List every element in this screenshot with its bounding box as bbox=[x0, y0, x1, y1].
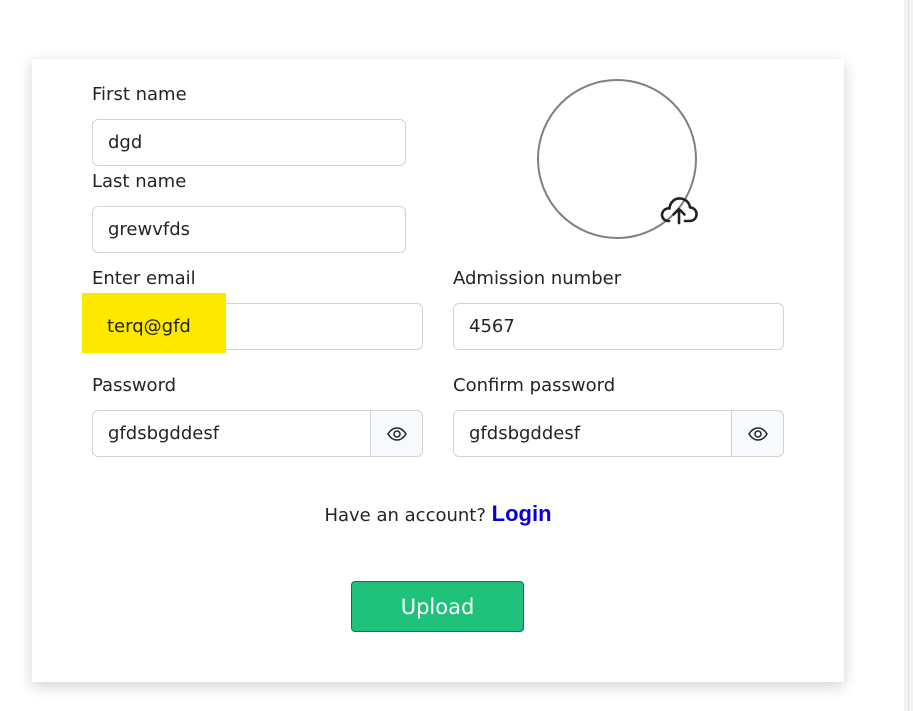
page: First name dgd Last name grewvfds Enter … bbox=[0, 0, 913, 711]
cloud-upload-icon[interactable] bbox=[660, 195, 698, 225]
first-name-label: First name bbox=[92, 84, 187, 105]
account-prompt-line: Have an account? Login bbox=[32, 499, 844, 531]
email-value: terq@gfd bbox=[107, 316, 191, 337]
show-password-button[interactable] bbox=[371, 410, 423, 457]
eye-icon bbox=[747, 426, 768, 441]
last-name-label: Last name bbox=[92, 171, 187, 192]
admission-number-input[interactable]: 4567 bbox=[453, 303, 784, 350]
email-label: Enter email bbox=[92, 268, 196, 289]
first-name-input[interactable]: dgd bbox=[92, 119, 406, 166]
admission-number-label: Admission number bbox=[453, 268, 622, 289]
password-label: Password bbox=[92, 375, 177, 396]
eye-icon bbox=[386, 426, 407, 441]
password-input[interactable]: gfdsbgddesf bbox=[92, 410, 371, 457]
show-confirm-password-button[interactable] bbox=[732, 410, 784, 457]
upload-button[interactable]: Upload bbox=[351, 581, 524, 632]
confirm-password-label: Confirm password bbox=[453, 375, 616, 396]
last-name-input[interactable]: grewvfds bbox=[92, 206, 406, 253]
scrollbar-divider bbox=[908, 0, 909, 711]
account-prompt: Have an account? bbox=[324, 505, 486, 526]
registration-card: First name dgd Last name grewvfds Enter … bbox=[32, 59, 844, 682]
confirm-password-input[interactable]: gfdsbgddesf bbox=[453, 410, 732, 457]
login-link[interactable]: Login bbox=[492, 501, 552, 526]
